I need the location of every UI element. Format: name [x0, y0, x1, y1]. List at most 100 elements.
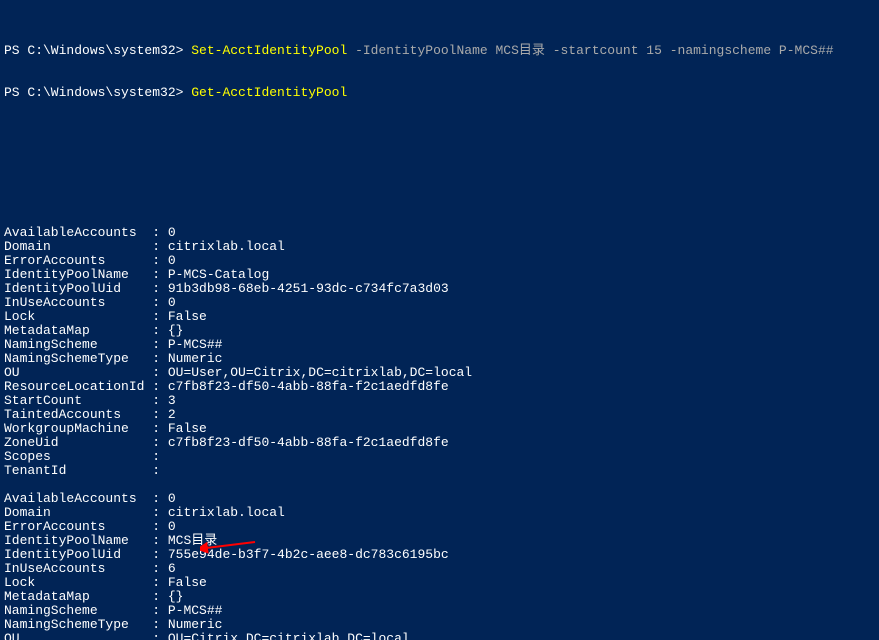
output-separator: : — [152, 394, 168, 408]
output-key: MetadataMap — [4, 590, 152, 604]
output-key: Domain — [4, 506, 152, 520]
output-key: OU — [4, 632, 152, 640]
output-separator: : — [152, 506, 168, 520]
output-key: NamingScheme — [4, 604, 152, 618]
output-key: ResourceLocationId — [4, 380, 152, 394]
output-key: WorkgroupMachine — [4, 422, 152, 436]
output-value: 0 — [168, 296, 176, 310]
output-value: 0 — [168, 492, 176, 506]
output-row: ErrorAccounts : 0 — [4, 520, 875, 534]
output-separator: : — [152, 254, 168, 268]
output-value: citrixlab.local — [168, 240, 285, 254]
output-separator: : — [152, 366, 168, 380]
output-separator: : — [152, 492, 168, 506]
output-row: Domain : citrixlab.local — [4, 506, 875, 520]
cmdlet-args: -IdentityPoolName MCS目录 -startcount 15 -… — [347, 43, 833, 58]
output-value: OU=Citrix,DC=citrixlab,DC=local — [168, 632, 410, 640]
output-row: OU : OU=Citrix,DC=citrixlab,DC=local — [4, 632, 875, 640]
output-separator: : — [152, 604, 168, 618]
output-separator: : — [152, 408, 168, 422]
output-separator: : — [152, 268, 168, 282]
output-row: IdentityPoolName : P-MCS-Catalog — [4, 268, 875, 282]
output-row: AvailableAccounts : 0 — [4, 226, 875, 240]
output-value: 0 — [168, 254, 176, 268]
blank-line — [4, 170, 875, 184]
output-row: InUseAccounts : 6 — [4, 562, 875, 576]
output-key: IdentityPoolUid — [4, 548, 152, 562]
output-key: IdentityPoolName — [4, 268, 152, 282]
output-row: NamingScheme : P-MCS## — [4, 338, 875, 352]
output-separator: : — [152, 464, 168, 478]
output-row: Lock : False — [4, 310, 875, 324]
output-row: AvailableAccounts : 0 — [4, 492, 875, 506]
powershell-terminal[interactable]: PS C:\Windows\system32> Set-AcctIdentity… — [0, 0, 879, 640]
output-value: Numeric — [168, 618, 223, 632]
output-separator: : — [152, 296, 168, 310]
output-row: OU : OU=User,OU=Citrix,DC=citrixlab,DC=l… — [4, 366, 875, 380]
output-key: StartCount — [4, 394, 152, 408]
output-row: IdentityPoolUid : 755e94de-b3f7-4b2c-aee… — [4, 548, 875, 562]
output-key: InUseAccounts — [4, 562, 152, 576]
output-separator: : — [152, 576, 168, 590]
output-key: ErrorAccounts — [4, 520, 152, 534]
command-line-1: PS C:\Windows\system32> Set-AcctIdentity… — [4, 44, 875, 58]
command-line-2: PS C:\Windows\system32> Get-AcctIdentity… — [4, 86, 875, 100]
output-value: 3 — [168, 394, 176, 408]
output-separator: : — [152, 618, 168, 632]
output-key: MetadataMap — [4, 324, 152, 338]
output-key: ZoneUid — [4, 436, 152, 450]
output-key: AvailableAccounts — [4, 492, 152, 506]
output-value: MCS目录 — [168, 534, 217, 548]
output-key: InUseAccounts — [4, 296, 152, 310]
output-separator: : — [152, 520, 168, 534]
output-value: 755e94de-b3f7-4b2c-aee8-dc783c6195bc — [168, 548, 449, 562]
output-row: MetadataMap : {} — [4, 590, 875, 604]
output-value: P-MCS## — [168, 604, 223, 618]
output-separator: : — [152, 562, 168, 576]
output-row: NamingSchemeType : Numeric — [4, 618, 875, 632]
output-row: Domain : citrixlab.local — [4, 240, 875, 254]
output-value: 0 — [168, 226, 176, 240]
output-key: IdentityPoolName — [4, 534, 152, 548]
output-separator: : — [152, 282, 168, 296]
output-value: c7fb8f23-df50-4abb-88fa-f2c1aedfd8fe — [168, 436, 449, 450]
blank-line — [4, 478, 875, 492]
output-separator: : — [152, 632, 168, 640]
ps-prompt: PS C:\Windows\system32> — [4, 85, 191, 100]
cmdlet-name: Set-AcctIdentityPool — [191, 43, 347, 58]
output-row: NamingSchemeType : Numeric — [4, 352, 875, 366]
output-row: StartCount : 3 — [4, 394, 875, 408]
output-value: Numeric — [168, 352, 223, 366]
output-row: NamingScheme : P-MCS## — [4, 604, 875, 618]
output-separator: : — [152, 450, 168, 464]
ps-prompt: PS C:\Windows\system32> — [4, 43, 191, 58]
output-separator: : — [152, 590, 168, 604]
output-separator: : — [152, 422, 168, 436]
output-row: IdentityPoolName : MCS目录 — [4, 534, 875, 548]
output-value: P-MCS## — [168, 338, 223, 352]
output-separator: : — [152, 436, 168, 450]
output-row: ZoneUid : c7fb8f23-df50-4abb-88fa-f2c1ae… — [4, 436, 875, 450]
blank-line — [4, 128, 875, 142]
output-key: ErrorAccounts — [4, 254, 152, 268]
output-row: WorkgroupMachine : False — [4, 422, 875, 436]
output-value: 6 — [168, 562, 176, 576]
output-separator: : — [152, 548, 168, 562]
output-row: TaintedAccounts : 2 — [4, 408, 875, 422]
output-key: IdentityPoolUid — [4, 282, 152, 296]
output-value: c7fb8f23-df50-4abb-88fa-f2c1aedfd8fe — [168, 380, 449, 394]
output-value: OU=User,OU=Citrix,DC=citrixlab,DC=local — [168, 366, 472, 380]
output-value: citrixlab.local — [168, 506, 285, 520]
output-value: False — [168, 310, 207, 324]
output-value: 91b3db98-68eb-4251-93dc-c734fc7a3d03 — [168, 282, 449, 296]
output-value: 0 — [168, 520, 176, 534]
output-key: OU — [4, 366, 152, 380]
output-separator: : — [152, 380, 168, 394]
output-value: False — [168, 576, 207, 590]
output-row: ResourceLocationId : c7fb8f23-df50-4abb-… — [4, 380, 875, 394]
output-key: Domain — [4, 240, 152, 254]
output-row: TenantId : — [4, 464, 875, 478]
output-key: AvailableAccounts — [4, 226, 152, 240]
output-separator: : — [152, 534, 168, 548]
output-row: Lock : False — [4, 576, 875, 590]
